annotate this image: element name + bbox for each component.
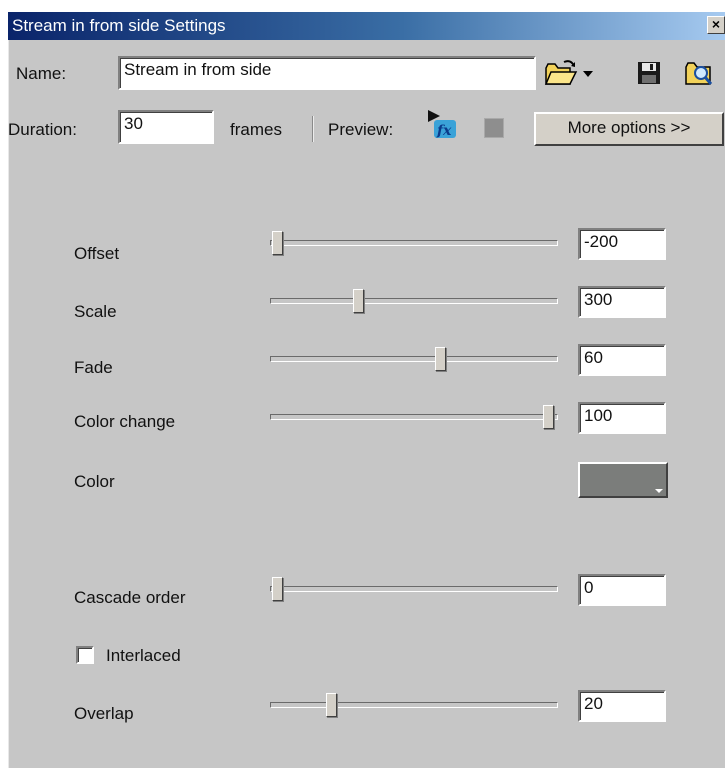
svg-text:fx: fx xyxy=(436,123,452,139)
color-label: Color xyxy=(74,472,115,491)
frames-label: frames xyxy=(230,120,282,139)
duration-input[interactable]: 30 xyxy=(118,110,214,144)
cascade-order-label: Cascade order xyxy=(74,588,186,607)
open-folder-icon[interactable] xyxy=(544,58,578,88)
overlap-label: Overlap xyxy=(74,704,134,723)
cascade-order-slider-thumb[interactable] xyxy=(272,577,283,601)
color-change-input[interactable]: 100 xyxy=(578,402,666,434)
offset-label: Offset xyxy=(74,244,120,263)
toolbar-separator xyxy=(312,116,313,142)
fade-slider-thumb[interactable] xyxy=(434,347,446,371)
overlap-slider-track[interactable] xyxy=(270,702,558,708)
scale-slider-thumb[interactable] xyxy=(353,289,365,313)
fade-label: Fade xyxy=(74,358,113,377)
interlaced-checkbox[interactable] xyxy=(76,646,94,664)
offset-slider-thumb[interactable] xyxy=(272,231,283,255)
preview-label: Preview: xyxy=(328,120,394,139)
title-bar[interactable]: Stream in from side Settings × xyxy=(8,12,725,40)
preview-fx-icon[interactable]: fx xyxy=(426,108,460,142)
name-label: Name: xyxy=(16,64,67,83)
interlaced-label: Interlaced xyxy=(106,646,181,665)
cascade-order-input[interactable]: 0 xyxy=(578,574,666,606)
scale-label: Scale xyxy=(74,302,117,321)
overlap-input[interactable]: 20 xyxy=(578,690,666,722)
window-title: Stream in from side Settings xyxy=(12,16,226,35)
color-change-slider-track[interactable] xyxy=(270,414,558,420)
color-picker-button[interactable] xyxy=(578,462,668,498)
cascade-order-slider-track[interactable] xyxy=(270,586,558,592)
offset-slider-track[interactable] xyxy=(270,240,558,246)
fade-input[interactable]: 60 xyxy=(578,344,666,376)
close-icon: × xyxy=(711,16,721,32)
fade-slider-track[interactable] xyxy=(270,356,558,362)
scale-input[interactable]: 300 xyxy=(578,286,666,318)
stop-square-icon[interactable] xyxy=(484,118,504,138)
settings-dialog: Stream in from side Settings × Name: Str… xyxy=(8,12,725,768)
color-change-label: Color change xyxy=(74,412,176,431)
save-disk-icon[interactable] xyxy=(636,60,662,86)
offset-input[interactable]: -200 xyxy=(578,228,666,260)
duration-label: Duration: xyxy=(8,120,77,139)
close-button[interactable]: × xyxy=(707,16,725,34)
overlap-slider-thumb[interactable] xyxy=(326,693,338,717)
more-options-button[interactable]: More options >> xyxy=(534,112,724,146)
color-change-slider-thumb[interactable] xyxy=(543,405,554,429)
name-input[interactable]: Stream in from side xyxy=(118,56,536,90)
chevron-down-icon xyxy=(655,489,663,493)
scale-slider-track[interactable] xyxy=(270,298,558,304)
browse-folder-icon[interactable] xyxy=(684,58,714,88)
dropdown-arrow-icon[interactable] xyxy=(582,70,594,78)
